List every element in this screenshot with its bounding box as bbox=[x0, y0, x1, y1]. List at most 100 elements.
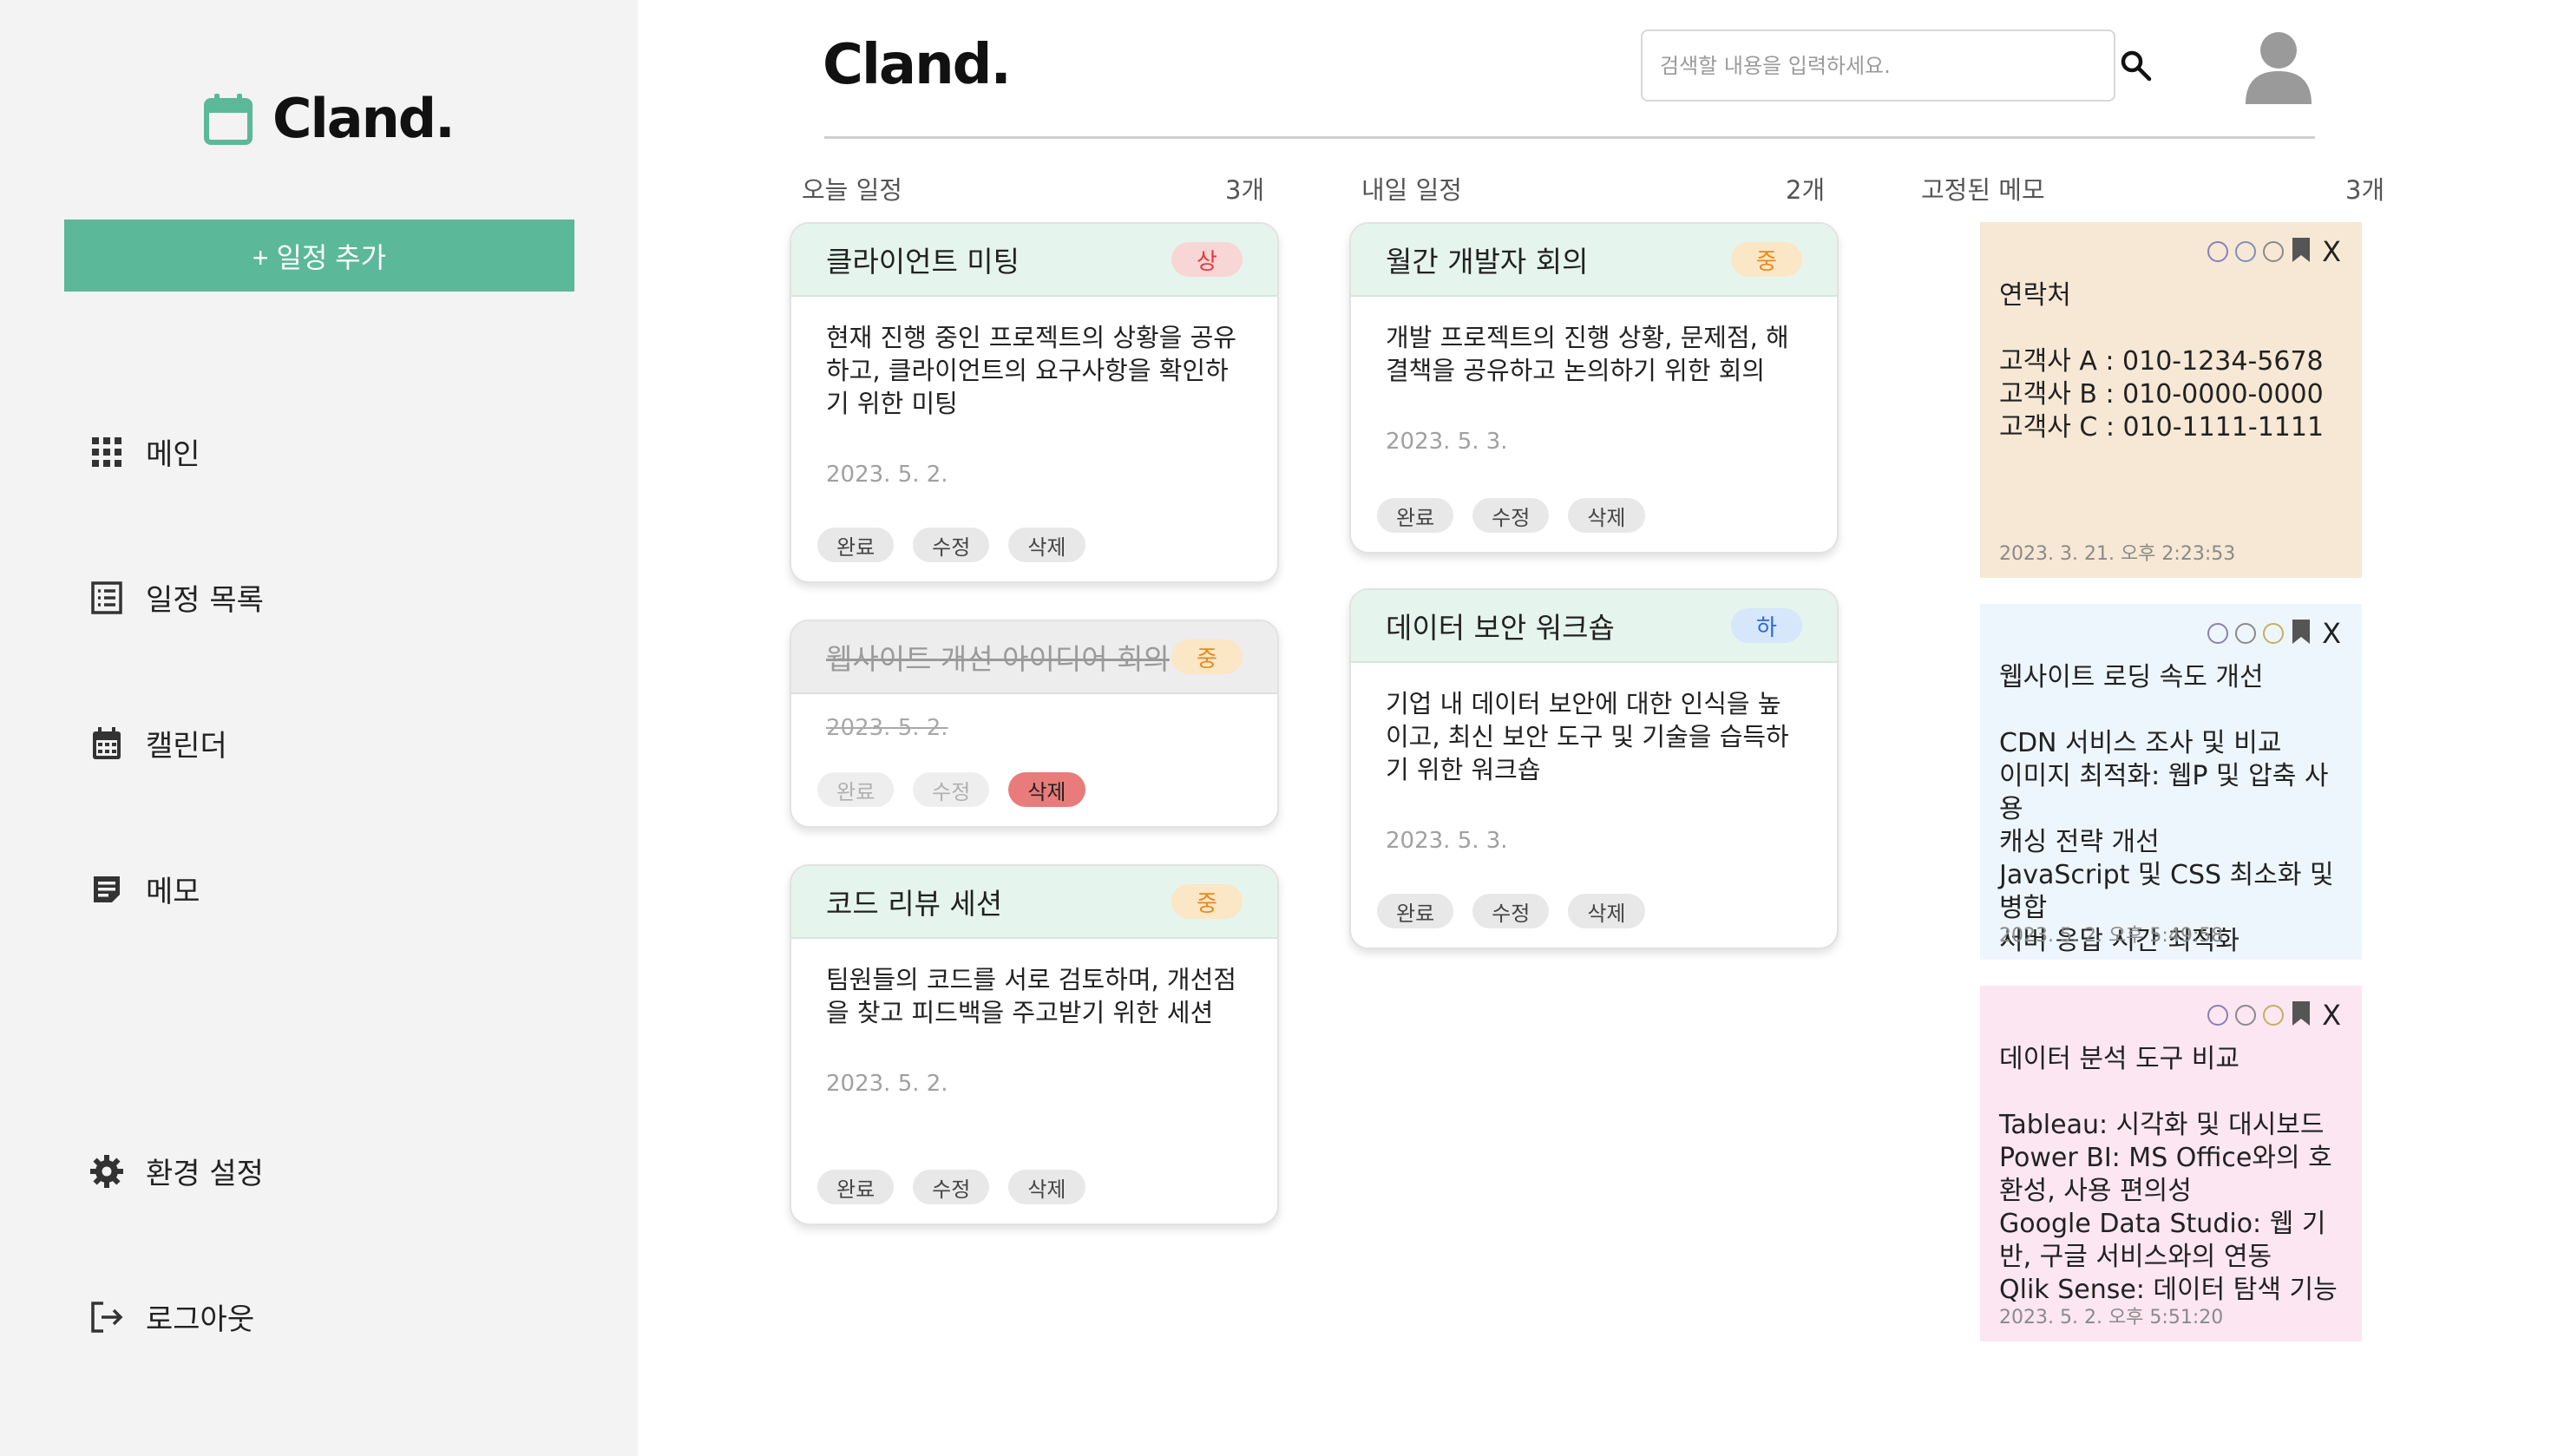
card-title: 월간 개발자 회의 bbox=[1386, 245, 1589, 279]
complete-button[interactable]: 완료 bbox=[817, 1170, 895, 1204]
schedule-card[interactable]: 코드 리뷰 세션 중 팀원들의 코드를 서로 검토하며, 개선점을 찾고 피드백… bbox=[790, 864, 1279, 1225]
edit-button[interactable]: 수정 bbox=[1472, 498, 1550, 533]
sidebar-item-label: 일정 목록 bbox=[146, 583, 264, 618]
calendar-logo-icon bbox=[203, 92, 253, 146]
memo-body: 고객사 A : 010-1234-5678 고객사 B : 010-0000-0… bbox=[1999, 346, 2325, 443]
edit-button[interactable]: 수정 bbox=[1472, 894, 1550, 928]
color-dot-purple[interactable] bbox=[2207, 1005, 2229, 1026]
card-title: 웹사이트 개선 아이디어 회의 bbox=[826, 642, 1170, 676]
sidebar-item-calendar[interactable]: 캘린더 bbox=[89, 722, 227, 764]
memo-body: Tableau: 시각화 및 대시보드 Power BI: MS Office와… bbox=[1999, 1110, 2338, 1305]
card-header: 코드 리뷰 세션 중 bbox=[791, 866, 1277, 939]
page-title: Cland. bbox=[823, 33, 1012, 97]
priority-badge: 중 bbox=[1171, 884, 1243, 919]
sidebar-item-main[interactable]: 메인 bbox=[89, 430, 200, 473]
schedule-card-completed[interactable]: 웹사이트 개선 아이디어 회의 중 2023. 5. 2. 완료 수정 삭제 bbox=[790, 620, 1279, 828]
color-dot-purple[interactable] bbox=[2207, 241, 2229, 262]
calendar-icon bbox=[89, 725, 125, 762]
card-description: 팀원들의 코드를 서로 검토하며, 개선점을 찾고 피드백을 주고받기 위한 세… bbox=[826, 965, 1236, 1027]
memo-title: 데이터 분석 도구 비교 bbox=[1999, 1044, 2240, 1074]
logo-text: Cland. bbox=[272, 87, 456, 150]
user-avatar-icon[interactable] bbox=[2244, 30, 2313, 104]
grid-icon bbox=[89, 434, 125, 470]
complete-button[interactable]: 완료 bbox=[817, 528, 895, 562]
tomorrow-column-title: 내일 일정 bbox=[1361, 175, 1462, 205]
memo-title: 연락처 bbox=[1999, 280, 2071, 311]
logout-icon bbox=[89, 1299, 125, 1335]
edit-button[interactable]: 수정 bbox=[913, 772, 990, 807]
sidebar-item-label: 캘린더 bbox=[146, 729, 227, 764]
color-dot-yellow[interactable] bbox=[2263, 623, 2285, 644]
card-description: 현재 진행 중인 프로젝트의 상황을 공유하고, 클라이언트의 요구사항을 확인… bbox=[826, 323, 1236, 418]
bookmark-icon[interactable] bbox=[2291, 618, 2312, 649]
pinned-count: 3개 bbox=[2345, 175, 2385, 205]
edit-button[interactable]: 수정 bbox=[913, 1170, 990, 1204]
complete-button[interactable]: 완료 bbox=[1377, 894, 1454, 928]
memo-card[interactable]: X 연락처 고객사 A : 010-1234-5678 고객사 B : 010-… bbox=[1980, 222, 2362, 578]
delete-button[interactable]: 삭제 bbox=[1568, 894, 1645, 928]
priority-badge: 중 bbox=[1171, 639, 1243, 674]
schedule-card[interactable]: 클라이언트 미팅 상 현재 진행 중인 프로젝트의 상황을 공유하고, 클라이언… bbox=[790, 222, 1279, 583]
priority-badge: 상 bbox=[1171, 242, 1243, 277]
card-date: 2023. 5. 2. bbox=[826, 1071, 948, 1097]
memo-close-button[interactable]: X bbox=[2322, 238, 2341, 266]
delete-button[interactable]: 삭제 bbox=[1008, 772, 1085, 807]
delete-button[interactable]: 삭제 bbox=[1568, 498, 1645, 533]
complete-button[interactable]: 완료 bbox=[817, 772, 895, 807]
color-dot-blue[interactable] bbox=[2235, 241, 2257, 262]
memo-timestamp: 2023. 5. 2. 오후 5:51:20 bbox=[1999, 1307, 2224, 1328]
app-logo[interactable]: Cland. bbox=[203, 87, 456, 150]
list-icon bbox=[89, 580, 125, 616]
pinned-column-title: 고정된 메모 bbox=[1921, 175, 2045, 205]
logout-label: 로그아웃 bbox=[146, 1302, 255, 1337]
schedule-card[interactable]: 데이터 보안 워크숍 하 기업 내 데이터 보안에 대한 인식을 높이고, 최신… bbox=[1349, 588, 1839, 949]
memo-close-button[interactable]: X bbox=[2322, 1001, 2341, 1029]
complete-button[interactable]: 완료 bbox=[1377, 498, 1454, 533]
delete-button[interactable]: 삭제 bbox=[1008, 1170, 1085, 1204]
card-date: 2023. 5. 2. bbox=[826, 462, 948, 488]
card-description: 개발 프로젝트의 진행 상황, 문제점, 해결책을 공유하고 논의하기 위한 회… bbox=[1386, 323, 1789, 385]
sidebar-item-label: 메인 bbox=[146, 437, 200, 472]
settings-button[interactable]: 환경 설정 bbox=[89, 1150, 264, 1192]
memo-toolbar: X bbox=[2207, 618, 2341, 649]
priority-badge: 하 bbox=[1731, 608, 1802, 643]
memo-close-button[interactable]: X bbox=[2322, 620, 2341, 647]
search-icon[interactable] bbox=[2119, 49, 2154, 83]
settings-label: 환경 설정 bbox=[146, 1157, 264, 1191]
add-schedule-button[interactable]: + 일정 추가 bbox=[64, 220, 574, 292]
bookmark-icon[interactable] bbox=[2291, 236, 2312, 267]
card-date: 2023. 5. 2. bbox=[826, 715, 948, 741]
memo-card[interactable]: X 데이터 분석 도구 비교 Tableau: 시각화 및 대시보드 Power… bbox=[1980, 986, 2362, 1341]
card-header: 데이터 보안 워크숍 하 bbox=[1351, 590, 1837, 663]
logout-button[interactable]: 로그아웃 bbox=[89, 1295, 254, 1338]
memo-timestamp: 2023. 3. 21. 오후 2:23:53 bbox=[1999, 543, 2236, 565]
priority-badge: 중 bbox=[1731, 242, 1802, 277]
edit-button[interactable]: 수정 bbox=[913, 528, 990, 562]
card-description: 기업 내 데이터 보안에 대한 인식을 높이고, 최신 보안 도구 및 기술을 … bbox=[1386, 689, 1789, 784]
tomorrow-count: 2개 bbox=[1786, 175, 1826, 205]
color-dot-gray[interactable] bbox=[2235, 1005, 2257, 1026]
sidebar: Cland. + 일정 추가 메인 일정 목록 캘린더 메모 환경 설정 로그아… bbox=[0, 0, 638, 1456]
card-date: 2023. 5. 3. bbox=[1386, 429, 1508, 455]
card-date: 2023. 5. 3. bbox=[1386, 828, 1508, 854]
card-header: 클라이언트 미팅 상 bbox=[791, 224, 1277, 297]
sidebar-item-memo[interactable]: 메모 bbox=[89, 868, 200, 910]
sidebar-item-schedule-list[interactable]: 일정 목록 bbox=[89, 576, 264, 619]
color-dot-yellow[interactable] bbox=[2263, 1005, 2285, 1026]
memo-card[interactable]: X 웹사이트 로딩 속도 개선 CDN 서비스 조사 및 비교 이미지 최적화:… bbox=[1980, 604, 2362, 960]
schedule-card[interactable]: 월간 개발자 회의 중 개발 프로젝트의 진행 상황, 문제점, 해결책을 공유… bbox=[1349, 222, 1839, 554]
card-title: 클라이언트 미팅 bbox=[826, 245, 1020, 279]
memo-toolbar: X bbox=[2207, 236, 2341, 267]
gear-icon bbox=[89, 1153, 125, 1190]
memo-timestamp: 2023. 5. 2. 오후 5:49:58 bbox=[1999, 925, 2224, 947]
bookmark-icon[interactable] bbox=[2291, 1000, 2312, 1031]
search-input[interactable] bbox=[1641, 30, 2115, 102]
today-column-title: 오늘 일정 bbox=[802, 175, 902, 205]
card-title: 코드 리뷰 세션 bbox=[826, 887, 1003, 921]
delete-button[interactable]: 삭제 bbox=[1008, 528, 1085, 562]
card-header: 월간 개발자 회의 중 bbox=[1351, 224, 1837, 297]
color-dot-gray[interactable] bbox=[2235, 623, 2257, 644]
sidebar-item-label: 메모 bbox=[146, 875, 200, 909]
color-dot-purple[interactable] bbox=[2207, 623, 2229, 644]
color-dot-gray[interactable] bbox=[2263, 241, 2285, 262]
